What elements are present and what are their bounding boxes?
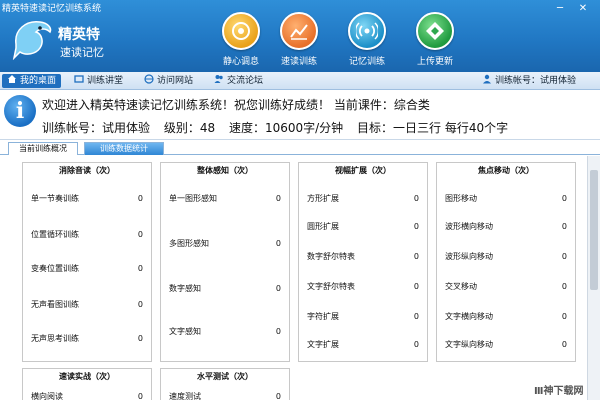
list-item: 文字扩展 0 <box>307 340 419 349</box>
globe-icon <box>144 74 154 84</box>
level: 级别：48 <box>163 121 216 135</box>
group-speed-reading-practice: 速读实战（次） 横向阅读 0 <box>22 368 152 400</box>
list-item: 波形纵向移动 0 <box>445 252 567 261</box>
broadcast-icon <box>348 12 386 50</box>
group-focus-movement: 焦点移动（次） 图形移动 0 波形横向移动 0 波形纵向移动 0 交叉移动 0 文字横向… <box>436 162 576 362</box>
brand-subtitle: 速读记忆 <box>60 46 104 59</box>
account-type: 训练帐号：试用体验 <box>42 121 151 135</box>
list-item: 文字感知 0 <box>169 327 281 336</box>
list-item: 交叉移动 0 <box>445 282 567 291</box>
calm-icon <box>222 12 260 50</box>
toolbar-lecture[interactable]: 训练讲堂 <box>74 74 123 88</box>
brand-name: 精英特 <box>58 27 100 43</box>
list-item: 变奏位置训练 0 <box>31 264 143 273</box>
toolbar-account: 训练帐号：试用体验 <box>482 74 576 88</box>
list-item: 无声看图训练 0 <box>31 300 143 309</box>
nav-memory-training-button[interactable]: 记忆训练 <box>332 8 402 70</box>
close-button[interactable]: ✕ <box>575 3 591 15</box>
list-item: 多图形感知 0 <box>169 239 281 248</box>
toolbar: 我的桌面 训练讲堂 访问网站 交流论坛 训练帐号：试用体验 <box>0 72 600 90</box>
people-icon <box>214 74 224 84</box>
scrollbar-thumb[interactable] <box>590 170 598 290</box>
tab-bar: 当前训练概况 训练数据统计 <box>0 141 600 155</box>
nav-label: 记忆训练 <box>348 57 385 67</box>
lecture-icon <box>74 74 84 84</box>
list-item: 单一节奏训练 0 <box>31 194 143 203</box>
minimize-button[interactable]: ─ <box>552 3 568 15</box>
list-item: 图形移动 0 <box>445 194 567 203</box>
list-item: 位置循环训练 0 <box>31 230 143 239</box>
list-item: 文字舒尔特表 0 <box>307 282 419 291</box>
user-icon <box>482 74 492 84</box>
group-visual-span: 视幅扩展（次） 方形扩展 0 圆形扩展 0 数字舒尔特表 0 文字舒尔特表 0 字符扩展… <box>298 162 428 362</box>
list-item: 文字横向移动 0 <box>445 312 567 321</box>
tab-training-statistics[interactable]: 训练数据统计 <box>84 142 164 155</box>
nav-upload-update-button[interactable]: 上传更新 <box>400 8 470 70</box>
app-header: 精英特速读记忆训练系统 ─ ✕ 精英特 速读记忆 静心调息 速读训练 记忆训练 … <box>0 0 600 72</box>
list-item: 文字纵向移动 0 <box>445 340 567 349</box>
tab-current-overview[interactable]: 当前训练概况 <box>8 142 78 155</box>
info-icon: i <box>4 95 36 127</box>
toolbar-my-desktop[interactable]: 我的桌面 <box>2 74 62 88</box>
list-item: 方形扩展 0 <box>307 194 419 203</box>
dolphin-logo-icon <box>10 14 54 61</box>
group-eliminate-subvocal: 消除音读（次） 单一节奏训练 0 位置循环训练 0 变奏位置训练 0 无声看图训练 0 … <box>22 162 152 362</box>
group-level-test: 水平测试（次） 速度测试 0 <box>160 368 290 400</box>
diamond-icon <box>416 12 454 50</box>
reading-speed: 速度：10600字/分钟 <box>228 121 344 135</box>
list-item: 速度测试 0 <box>169 392 281 400</box>
account-summary: 训练帐号：试用体验 级别：48 速度：10600字/分钟 目标：一日三行 每行4… <box>42 119 518 136</box>
list-item: 单一图形感知 0 <box>169 194 281 203</box>
nav-speed-reading-button[interactable]: 速读训练 <box>264 8 334 70</box>
overview-panel: 消除音读（次） 单一节奏训练 0 位置循环训练 0 变奏位置训练 0 无声看图训练 0 … <box>0 156 586 400</box>
vertical-scrollbar[interactable] <box>587 156 600 400</box>
training-goal: 目标：一日三行 每行40个字 <box>357 121 509 135</box>
list-item: 波形横向移动 0 <box>445 222 567 231</box>
nav-label: 速读训练 <box>280 57 317 67</box>
welcome-message: 欢迎进入精英特速读记忆训练系统！祝您训练好成绩！ 当前课件：综合类 <box>42 98 430 112</box>
list-item: 圆形扩展 0 <box>307 222 419 231</box>
list-item: 横向阅读 0 <box>31 392 143 400</box>
toolbar-forum[interactable]: 交流论坛 <box>214 74 263 88</box>
nav-label: 上传更新 <box>416 57 453 67</box>
list-item: 数字舒尔特表 0 <box>307 252 419 261</box>
home-icon <box>7 74 17 84</box>
chart-trend-icon <box>280 12 318 50</box>
group-overall-perception: 整体感知（次） 单一图形感知 0 多图形感知 0 数字感知 0 文字感知 0 <box>160 162 290 362</box>
list-item: 字符扩展 0 <box>307 312 419 321</box>
list-item: 无声思考训练 0 <box>31 334 143 343</box>
toolbar-visit-website[interactable]: 访问网站 <box>144 74 193 88</box>
window-title: 精英特速读记忆训练系统 <box>2 4 102 14</box>
watermark: Ⅲ神下载网 <box>534 386 584 397</box>
welcome-banner: i 欢迎进入精英特速读记忆训练系统！祝您训练好成绩！ 当前课件：综合类 训练帐号… <box>0 91 600 140</box>
list-item: 数字感知 0 <box>169 284 281 293</box>
